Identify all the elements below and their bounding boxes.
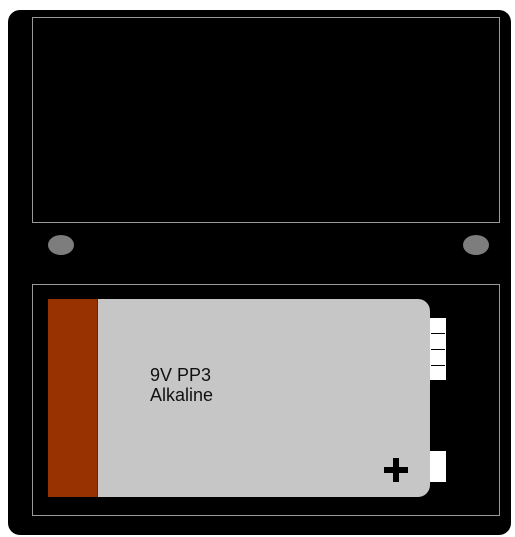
screw-icon	[463, 235, 489, 255]
positive-terminal	[430, 451, 446, 482]
battery: 9V PP3 Alkaline	[48, 299, 430, 497]
screw-icon	[48, 235, 74, 255]
plus-icon	[384, 458, 408, 482]
terminal-segment	[431, 349, 445, 350]
battery-band	[48, 299, 98, 497]
battery-chemistry-label: Alkaline	[150, 385, 214, 405]
battery-type-label: 9V PP3	[150, 365, 212, 385]
terminal-segment	[431, 333, 445, 334]
display-panel	[32, 17, 500, 223]
battery-label: 9V PP3 Alkaline	[150, 365, 213, 405]
negative-terminal	[430, 318, 446, 380]
terminal-segment	[431, 365, 445, 366]
battery-compartment-diagram: 9V PP3 Alkaline	[0, 0, 515, 537]
